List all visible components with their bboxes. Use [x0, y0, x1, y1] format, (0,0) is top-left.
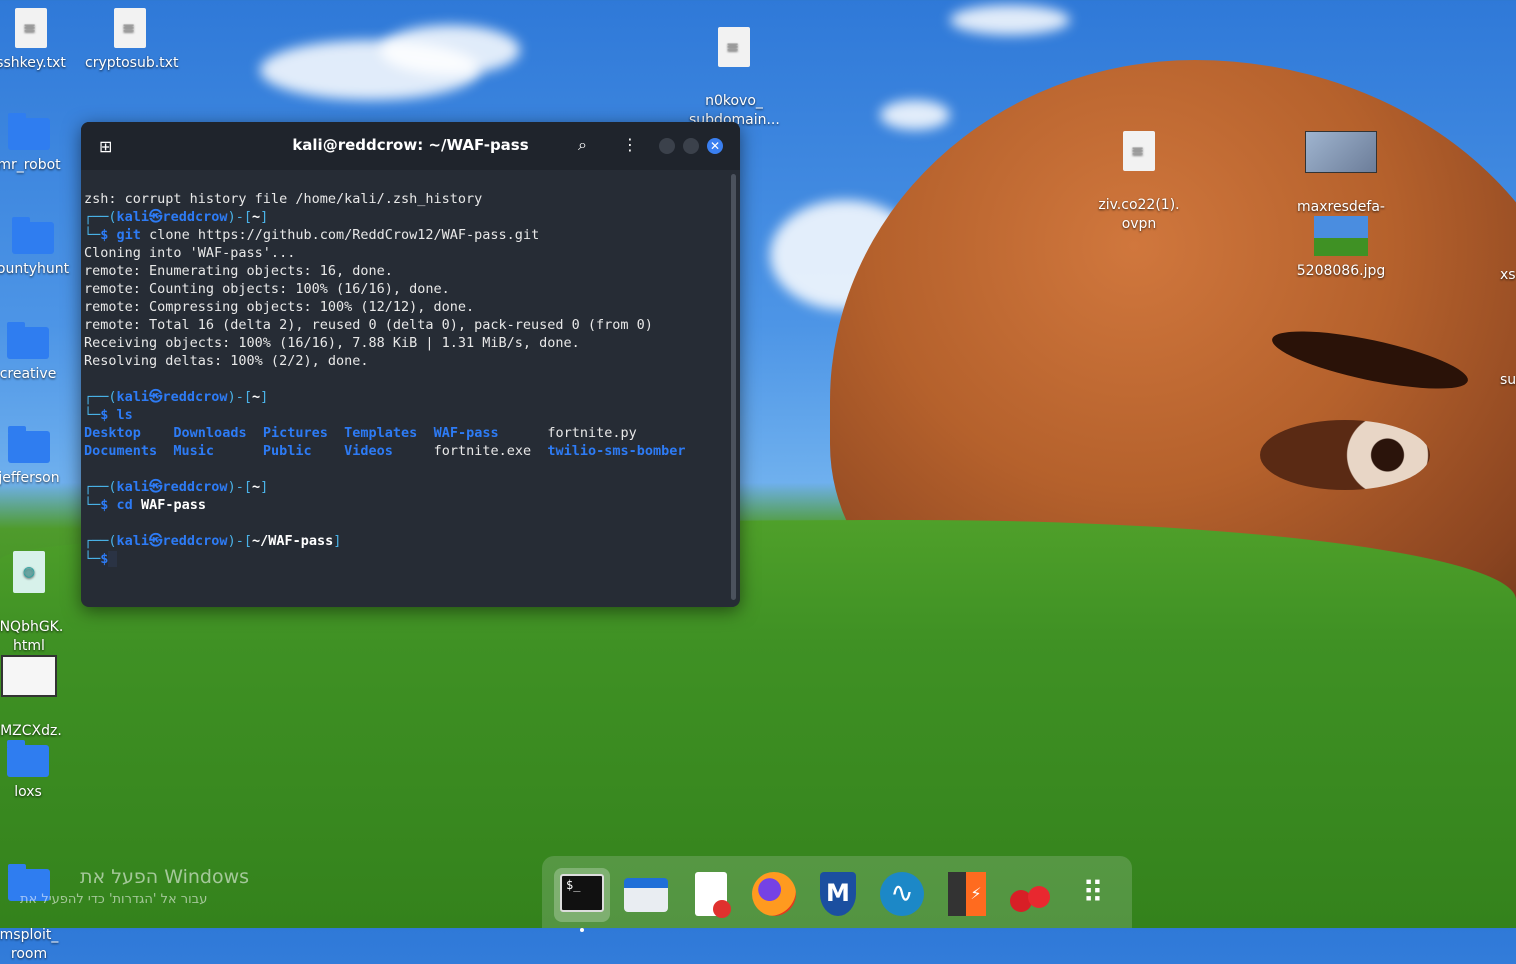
terminal-line: zsh: corrupt history file /home/kali/.zs… [84, 191, 483, 207]
maximize-button[interactable] [683, 138, 699, 154]
desktop-icon-cryptosub[interactable]: cryptosub.txt [85, 8, 178, 73]
dock-files[interactable] [622, 870, 670, 918]
folder-icon [12, 217, 54, 254]
burp-icon: ⚡ [966, 872, 986, 916]
terminal-titlebar[interactable]: ⊞ kali@reddcrow: ~/WAF-pass ⌕ ⋮ ✕ [81, 122, 740, 170]
desktop-icon-jefferson[interactable]: jefferson [0, 426, 74, 488]
dock-firefox[interactable] [750, 870, 798, 918]
activation-watermark-subtitle: עבור אל 'הגדרות' כדי להפעיל את [20, 892, 208, 907]
folder-icon [7, 740, 49, 777]
desktop-icon-5208086[interactable]: 5208086.jpg [1296, 216, 1386, 281]
terminal-icon: $_ [560, 874, 604, 912]
desktop-icon-sshkey[interactable]: sshkey.txt [0, 8, 76, 73]
burp-icon-left [948, 872, 966, 916]
cherry-icon-2 [1028, 886, 1050, 908]
active-indicator [580, 928, 584, 932]
desktop-icon-n0kovo[interactable]: n0kovo_ subdomain... [689, 8, 780, 130]
folder-icon [8, 426, 50, 463]
terminal-scrollbar[interactable] [731, 174, 736, 600]
edit-badge-icon [713, 900, 731, 918]
activation-watermark-title: הפעל את Windows [80, 866, 250, 888]
dock-cherrytree[interactable] [1006, 870, 1054, 918]
desktop-icon-loxs[interactable]: loxs [0, 740, 73, 802]
web-file-icon: ◍ [13, 551, 45, 593]
terminal-title: kali@reddcrow: ~/WAF-pass [292, 136, 529, 154]
desktop-icon-ovpn[interactable]: ziv.co22(1). ovpn [1094, 112, 1184, 234]
desktop-icon-su-partial[interactable]: su [1500, 371, 1516, 390]
dock-burpsuite[interactable]: ⚡ [942, 870, 990, 918]
image-thumbnail-icon [1, 655, 57, 697]
desktop-icon-creative[interactable]: creative [0, 322, 73, 384]
firefox-icon [752, 872, 796, 916]
text-file-icon [718, 27, 750, 67]
folder-icon [7, 322, 49, 359]
text-file-icon [1123, 131, 1155, 171]
folder-icon [8, 113, 50, 150]
metasploit-icon: M [820, 872, 856, 916]
dock: $_ M ∿ ⚡ ⠿ [542, 856, 1132, 932]
files-icon [624, 878, 668, 912]
text-file-icon [114, 8, 146, 48]
menu-kebab-icon[interactable]: ⋮ [622, 135, 638, 154]
desktop-icon-bountyhunt[interactable]: ountyhunt [0, 217, 78, 279]
desktop-icon-msploit-room[interactable]: msploit_ room [0, 850, 74, 964]
dock-wireshark[interactable]: ∿ [878, 870, 926, 918]
wireshark-icon: ∿ [880, 872, 924, 916]
dock-terminal-active[interactable]: $_ [554, 868, 610, 932]
close-button[interactable]: ✕ [707, 138, 723, 154]
terminal-window[interactable]: ⊞ kali@reddcrow: ~/WAF-pass ⌕ ⋮ ✕ zsh: c… [81, 122, 740, 607]
desktop-icon-mr-robot[interactable]: mr_robot [0, 113, 74, 175]
image-thumbnail-icon [1305, 131, 1377, 173]
text-file-icon [15, 8, 47, 48]
minimize-button[interactable] [659, 138, 675, 154]
desktop-icon-xs-partial[interactable]: xs [1500, 266, 1516, 285]
dock-text-editor[interactable] [687, 870, 735, 918]
terminal-output[interactable]: zsh: corrupt history file /home/kali/.zs… [84, 172, 686, 586]
dock-metasploit[interactable]: M [814, 870, 862, 918]
app-grid-icon[interactable]: ⠿ [1070, 870, 1118, 918]
image-thumbnail-icon [1314, 216, 1368, 256]
background-eye [1260, 420, 1430, 490]
search-icon[interactable]: ⌕ [578, 135, 587, 155]
